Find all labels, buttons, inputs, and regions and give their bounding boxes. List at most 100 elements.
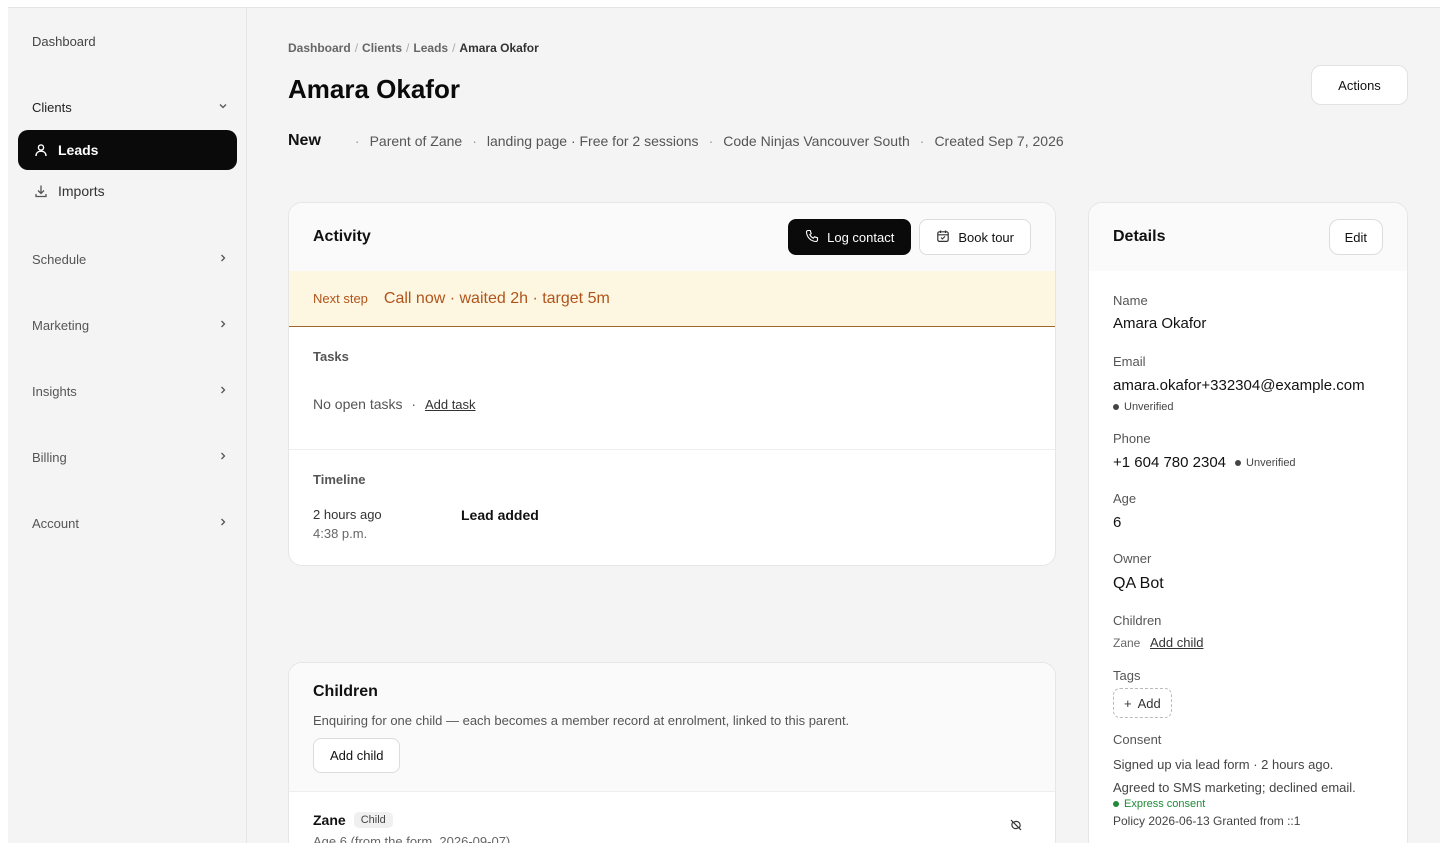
consent-label: Consent xyxy=(1113,732,1162,747)
tags-label: Tags xyxy=(1113,668,1141,683)
child-tag: Child xyxy=(353,812,393,828)
lead-meta: New · Parent of Zane · landing page · Fr… xyxy=(288,132,1064,150)
breadcrumb: Dashboard / Clients / Leads / Amara Okafor xyxy=(288,41,539,55)
sidebar-item-label: Leads xyxy=(58,142,99,158)
add-child-button[interactable]: Add child xyxy=(313,738,401,773)
sidebar-group-label: Schedule xyxy=(32,252,87,267)
status-badge: New xyxy=(288,132,321,149)
chevron-right-icon xyxy=(218,451,228,464)
chevron-right-icon xyxy=(218,517,228,530)
age-value: 6 xyxy=(1113,514,1122,531)
details-body: Name Amara Okafor Email amara.okafor+332… xyxy=(1089,271,1407,828)
breadcrumb-clients[interactable]: Clients xyxy=(362,41,402,55)
edit-details-button[interactable]: Edit xyxy=(1328,219,1383,255)
phone-label: Phone xyxy=(1113,431,1151,446)
actions-button[interactable]: Actions xyxy=(1311,65,1408,105)
timeline-when: 2 hours ago 4:38 p.m. xyxy=(313,507,461,541)
phone-icon xyxy=(805,229,819,246)
sidebar-item-leads[interactable]: Leads xyxy=(18,130,237,170)
sidebar-group-clients[interactable]: Clients xyxy=(32,100,228,115)
phone-verification-status: Unverified xyxy=(1235,457,1296,469)
chevron-right-icon xyxy=(218,253,228,266)
sidebar-group-billing[interactable]: Billing xyxy=(32,450,228,465)
children-header: Children Enquiring for one child — each … xyxy=(289,663,1055,791)
calendar-icon xyxy=(936,229,950,246)
book-tour-button[interactable]: Book tour xyxy=(919,219,1031,255)
chevron-down-icon xyxy=(218,101,228,114)
timeline-relative-time: 2 hours ago xyxy=(313,507,382,522)
status-dot-icon xyxy=(1113,404,1119,411)
breadcrumb-leads[interactable]: Leads xyxy=(413,41,448,55)
add-tag-button[interactable]: + Add xyxy=(1113,688,1172,718)
sidebar-group-schedule[interactable]: Schedule xyxy=(32,252,228,267)
breadcrumb-dashboard[interactable]: Dashboard xyxy=(288,41,351,55)
user-icon xyxy=(34,143,48,157)
add-tag-label: Add xyxy=(1137,695,1161,711)
children-row: Zane Add child xyxy=(1113,635,1383,650)
children-description: Enquiring for one child — each becomes a… xyxy=(313,713,850,728)
plus-icon: + xyxy=(1124,695,1132,711)
email-label: Email xyxy=(1113,354,1146,369)
meta-separator: · xyxy=(472,133,477,149)
sidebar-group-label: Insights xyxy=(32,384,77,399)
app-frame: Dashboard Clients Leads Imports Schedule… xyxy=(8,7,1440,843)
add-task-link[interactable]: Add task xyxy=(425,397,476,412)
child-chip[interactable]: Zane xyxy=(1113,636,1140,650)
phone-row: +1 604 780 2304 Unverified xyxy=(1113,454,1383,471)
sidebar-group-insights[interactable]: Insights xyxy=(32,384,228,399)
phone-value[interactable]: +1 604 780 2304 xyxy=(1113,454,1226,471)
children-label: Children xyxy=(1113,613,1162,628)
consent-line-2: Agreed to SMS marketing; declined email. xyxy=(1113,780,1356,795)
log-contact-button[interactable]: Log contact xyxy=(788,219,912,255)
sidebar-group-label: Billing xyxy=(32,450,67,465)
meta-created: Created Sep 7, 2026 xyxy=(934,133,1064,149)
next-step-label: Next step xyxy=(313,291,368,306)
tasks-empty-text: No open tasks xyxy=(313,396,403,412)
name-value: Amara Okafor xyxy=(1113,315,1207,332)
age-label: Age xyxy=(1113,491,1137,506)
children-card: Children Enquiring for one child — each … xyxy=(288,662,1056,843)
owner-value: QA Bot xyxy=(1113,575,1164,592)
child-name-row: Zane Child xyxy=(313,812,1031,828)
unlink-icon[interactable] xyxy=(1009,818,1023,837)
meta-parent-of: Parent of Zane xyxy=(369,133,463,149)
child-subtitle: Age 6 (from the form, 2026-09-07) xyxy=(313,834,511,843)
book-tour-label: Book tour xyxy=(958,229,1014,245)
meta-separator: · xyxy=(919,133,925,149)
details-card: Details Edit Name Amara Okafor Email ama… xyxy=(1088,202,1408,843)
sidebar: Dashboard Clients Leads Imports Schedule… xyxy=(8,8,247,843)
add-child-link[interactable]: Add child xyxy=(1150,635,1203,650)
child-row[interactable]: Zane Child Age 6 (from the form, 2026-09… xyxy=(289,792,1055,843)
timeline-entry: 2 hours ago 4:38 p.m. Lead added xyxy=(313,507,1031,541)
sidebar-group-label: Account xyxy=(32,516,79,531)
page-title: Amara Okafor xyxy=(288,74,460,104)
tasks-section: Tasks No open tasks · Add task xyxy=(289,327,1055,449)
main-content: Dashboard / Clients / Leads / Amara Okafor Ama… xyxy=(248,8,1440,843)
name-label: Name xyxy=(1113,293,1148,308)
tasks-empty-row: No open tasks · Add task xyxy=(313,396,1031,412)
activity-title: Activity xyxy=(313,228,371,245)
timeline-clock-time: 4:38 p.m. xyxy=(313,526,368,541)
sidebar-group-account[interactable]: Account xyxy=(32,516,228,531)
child-name: Zane xyxy=(313,812,346,828)
sidebar-group-label: Marketing xyxy=(32,318,90,333)
consent-badge-label: Express consent xyxy=(1124,798,1206,810)
phone-status-label: Unverified xyxy=(1246,456,1296,469)
meta-location: Code Ninjas Vancouver South xyxy=(723,133,910,149)
timeline-label: Timeline xyxy=(313,472,366,487)
log-contact-label: Log contact xyxy=(827,229,895,245)
details-title: Details xyxy=(1113,228,1166,245)
email-value[interactable]: amara.okafor+332304@example.com xyxy=(1113,377,1383,394)
email-verification-status: Unverified xyxy=(1113,401,1383,413)
breadcrumb-separator: / xyxy=(452,41,456,55)
meta-separator: · xyxy=(354,133,360,149)
sidebar-item-dashboard[interactable]: Dashboard xyxy=(32,34,96,49)
consent-badge: Express consent xyxy=(1113,798,1383,810)
sidebar-item-imports[interactable]: Imports xyxy=(18,171,237,211)
chevron-right-icon xyxy=(218,385,228,398)
consent-line-1: Signed up via lead form · 2 hours ago. xyxy=(1113,757,1334,772)
sidebar-group-marketing[interactable]: Marketing xyxy=(32,318,228,333)
meta-source: landing page · Free for 2 sessions xyxy=(486,133,699,149)
next-step-banner: Next step Call now · waited 2h · target … xyxy=(289,271,1055,327)
meta-separator: · xyxy=(708,133,714,149)
